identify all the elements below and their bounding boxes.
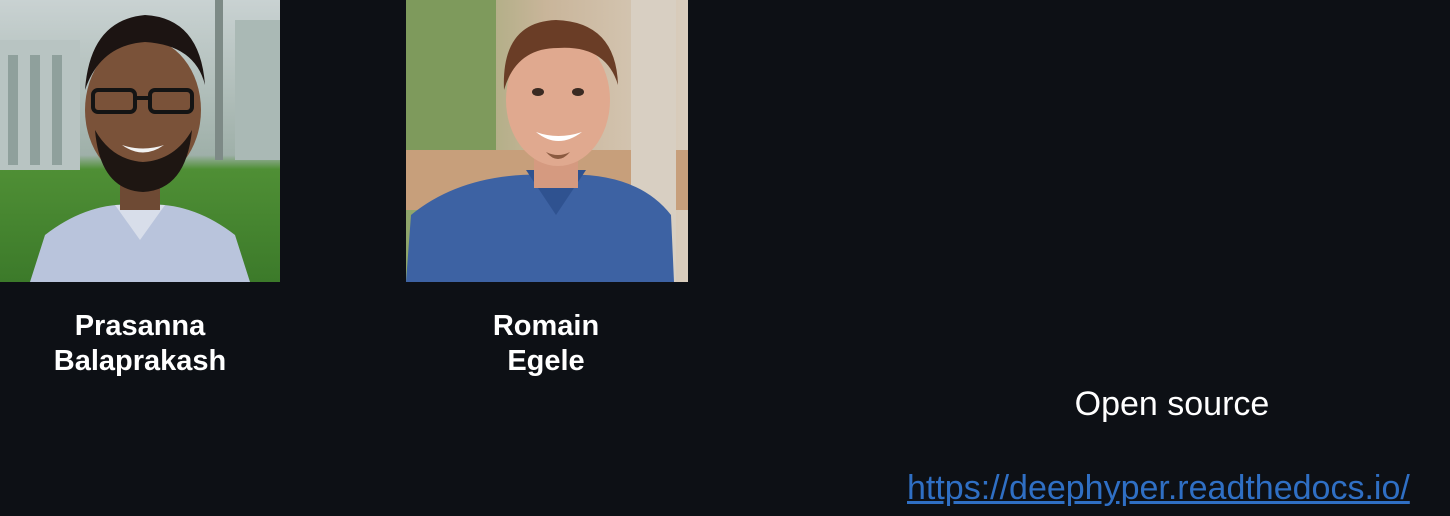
first-name: Prasanna	[74, 310, 206, 342]
first-name: Romain	[492, 310, 600, 342]
portrait-prasanna	[0, 0, 280, 282]
last-name: Egele	[507, 345, 585, 377]
portrait-romain	[406, 0, 688, 282]
open-source-label: Open source	[1074, 385, 1270, 423]
last-name: Balaprakash	[53, 345, 227, 377]
person-name-prasanna: Prasanna Balaprakash	[20, 309, 260, 379]
docs-link[interactable]: https://deephyper.readthedocs.io/	[907, 468, 1410, 508]
person-name-romain: Romain Egele	[426, 309, 666, 379]
